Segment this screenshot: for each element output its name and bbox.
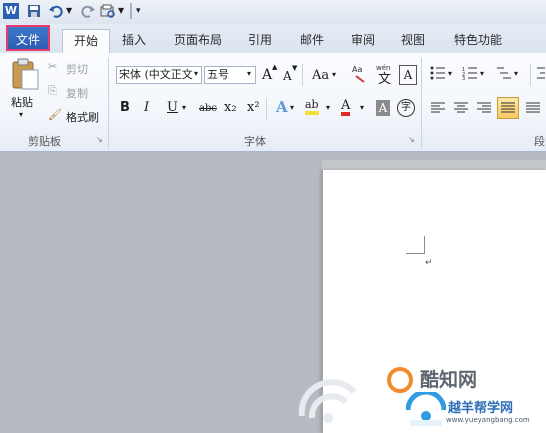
redo-icon[interactable] [80, 3, 96, 19]
numbering-icon[interactable]: 123 [462, 66, 478, 83]
multilevel-list-icon[interactable] [496, 66, 512, 83]
font-launcher-icon[interactable]: ↘ [408, 135, 415, 144]
margin-crop-mark [424, 236, 425, 253]
grow-font-icon: ▲ [272, 63, 278, 71]
watermark-brand-yueyang: 越羊帮学网 [448, 401, 514, 416]
cut-icon: ✂ [48, 60, 58, 73]
shrink-font-button[interactable]: A [283, 68, 292, 84]
qat-separator [130, 3, 132, 19]
font-name-value: 宋体 (中文正文 [119, 68, 193, 81]
bullets-icon[interactable] [430, 66, 446, 83]
underline-button[interactable]: U [167, 100, 178, 116]
bold-button[interactable]: B [120, 100, 130, 116]
distributed-icon[interactable] [525, 101, 541, 118]
bullets-dropdown-icon[interactable]: ▾ [448, 69, 452, 78]
svg-text:wén: wén [376, 64, 390, 72]
watermark-brand-kuzhi: 酷知网 [420, 369, 478, 391]
tab-insert[interactable]: 插入 [118, 29, 150, 51]
customize-icon[interactable]: ▾ [136, 3, 152, 19]
highlight-dropdown-icon[interactable]: ▾ [326, 103, 330, 112]
character-shading-button[interactable]: A [376, 100, 390, 116]
format-painter-icon: 🖌 [48, 108, 62, 121]
italic-button[interactable]: I [144, 100, 149, 116]
phonetic-guide-icon[interactable]: wén 文 [376, 62, 394, 87]
undo-icon[interactable] [48, 3, 64, 19]
copy-icon: ⎘ [48, 84, 57, 97]
clipboard-launcher-icon[interactable]: ↘ [96, 135, 103, 144]
paragraph-mark-icon: ↵ [425, 258, 433, 268]
character-border-icon[interactable]: A [399, 65, 417, 85]
tab-file[interactable]: 文件 [6, 25, 50, 51]
strikethrough-button[interactable]: abc [199, 101, 217, 117]
svg-text:3: 3 [462, 76, 465, 80]
font-size-dropdown-icon[interactable]: ▾ [247, 69, 251, 78]
word-app-icon[interactable]: W [3, 3, 19, 19]
yueyang-logo-icon [405, 389, 447, 431]
decrease-indent-icon[interactable] [536, 66, 546, 83]
clipboard-group-label: 剪贴板 [28, 135, 61, 148]
font-group-label: 字体 [244, 135, 266, 148]
cut-button[interactable]: 剪切 [66, 61, 88, 77]
svg-text:文: 文 [378, 72, 391, 84]
tab-home[interactable]: 开始 [62, 29, 110, 54]
font-name-dropdown-icon[interactable]: ▾ [194, 69, 198, 78]
font-separator [266, 98, 267, 120]
format-painter-button[interactable]: 格式刷 [66, 109, 99, 125]
tab-page-layout[interactable]: 页面布局 [170, 29, 226, 51]
wifi-logo-icon [296, 372, 360, 431]
paragraph-separator [530, 64, 531, 86]
change-case-dropdown-icon[interactable]: ▾ [332, 70, 336, 79]
copy-button[interactable]: 复制 [66, 85, 88, 101]
justify-icon [501, 102, 515, 113]
ribbon-tabs: 开始 插入 页面布局 引用 邮件 审阅 视图 特色功能 [0, 24, 546, 54]
align-left-icon[interactable] [430, 101, 446, 118]
paragraph-group-label: 段 [534, 135, 545, 148]
shrink-font-icon: ▼ [292, 64, 298, 72]
group-separator [421, 58, 422, 148]
print-preview-icon[interactable] [100, 3, 116, 19]
multilevel-dropdown-icon[interactable]: ▾ [514, 69, 518, 78]
group-separator [108, 58, 109, 148]
font-separator [302, 64, 303, 86]
justify-button[interactable] [497, 97, 519, 119]
paste-label[interactable]: 粘贴 [11, 94, 33, 110]
svg-text:Aa: Aa [352, 65, 362, 74]
page-top-margin [322, 160, 546, 170]
tab-view[interactable]: 视图 [397, 29, 429, 51]
grow-font-button[interactable]: A [262, 67, 272, 83]
font-size-value: 五号 [207, 68, 229, 81]
text-effects-icon[interactable]: A [276, 99, 288, 115]
tab-special-features[interactable]: 特色功能 [448, 29, 508, 51]
change-case-button[interactable]: Aa [312, 68, 329, 84]
font-color-button[interactable]: A [341, 99, 351, 116]
subscript-button[interactable]: x₂ [224, 100, 237, 116]
tab-references[interactable]: 引用 [244, 29, 276, 51]
font-name-combo[interactable]: 宋体 (中文正文 [116, 66, 202, 84]
align-right-icon[interactable] [476, 101, 492, 118]
margin-crop-mark [406, 253, 425, 254]
clear-formatting-icon[interactable]: Aa [352, 63, 370, 85]
enclose-characters-button[interactable]: 字 [397, 99, 415, 117]
tab-review[interactable]: 审阅 [347, 29, 379, 51]
highlight-button[interactable]: ab [305, 99, 319, 115]
tab-mailings[interactable]: 邮件 [296, 29, 328, 51]
superscript-button[interactable]: x² [247, 100, 260, 116]
numbering-dropdown-icon[interactable]: ▾ [480, 69, 484, 78]
font-color-dropdown-icon[interactable]: ▾ [360, 103, 364, 112]
underline-dropdown-icon[interactable]: ▾ [182, 103, 186, 112]
paste-dropdown-icon[interactable]: ▾ [19, 110, 23, 119]
save-icon[interactable] [26, 3, 42, 19]
text-effects-dropdown-icon[interactable]: ▾ [290, 103, 294, 112]
paste-icon[interactable] [10, 58, 40, 90]
quick-access-toolbar: W ▼ ▼ ▾ [0, 0, 546, 24]
watermark-url: www.yueyangbang.com [446, 416, 530, 424]
align-center-icon[interactable] [453, 101, 469, 118]
